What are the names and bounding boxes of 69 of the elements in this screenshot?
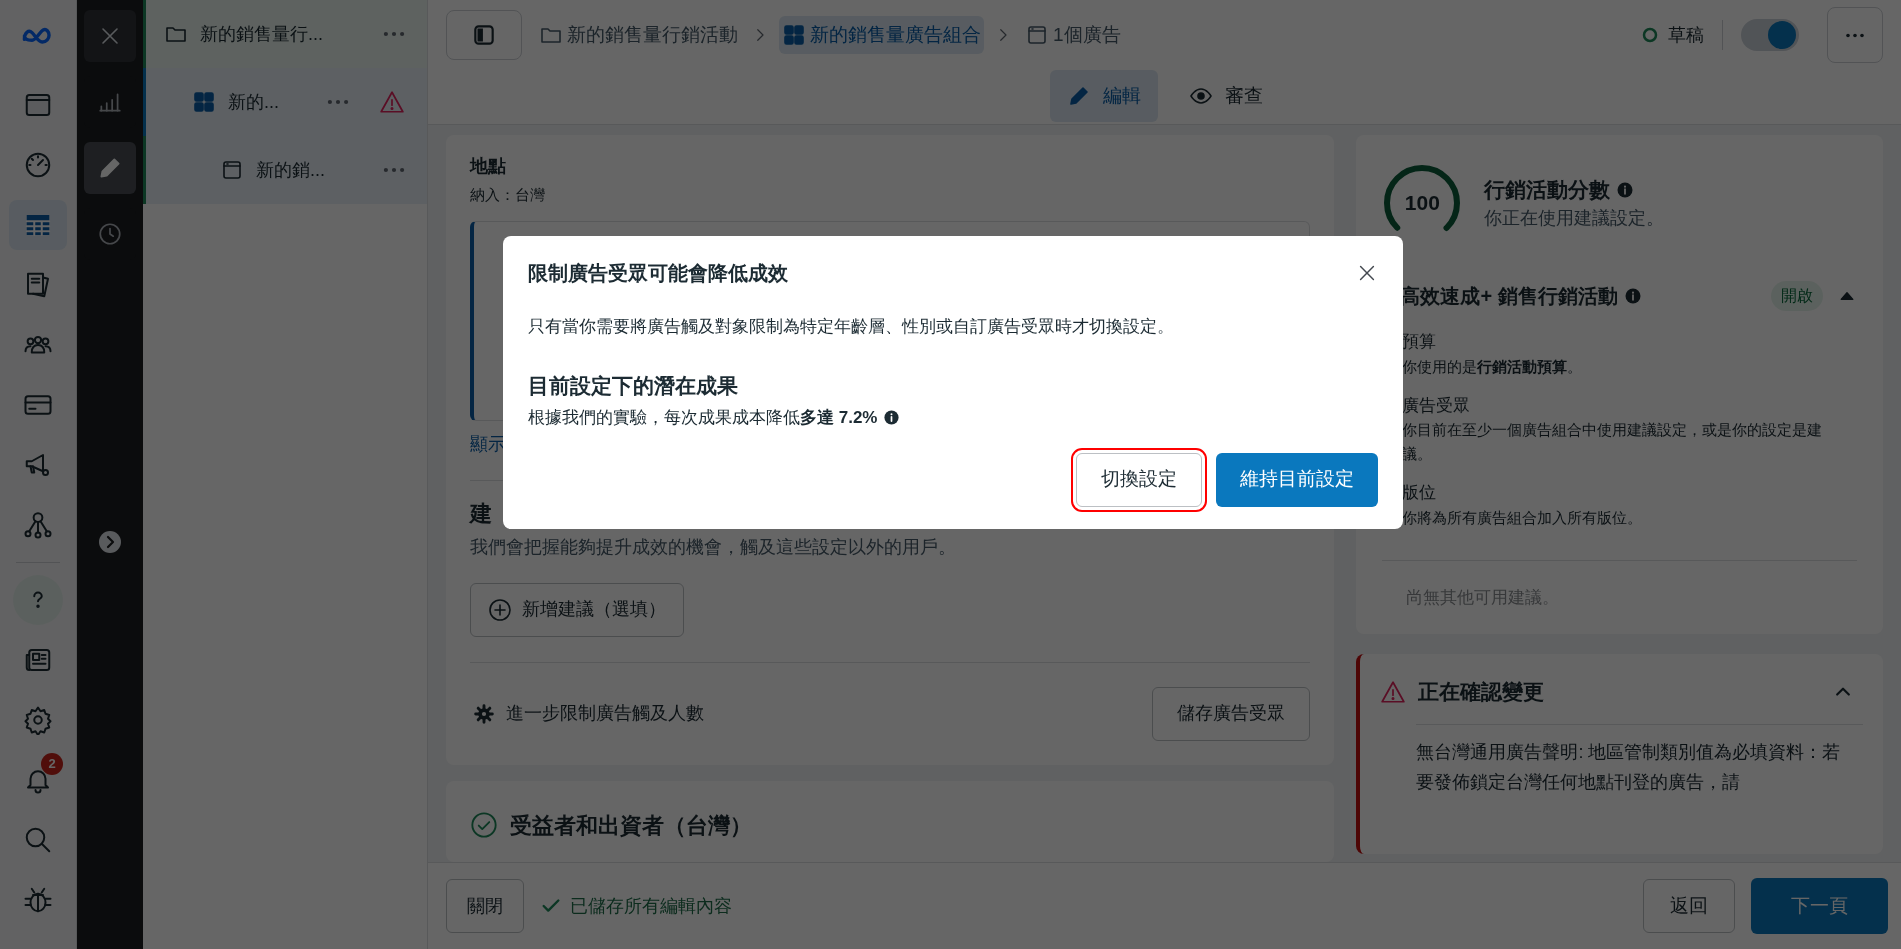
limit-reach-link[interactable]: 進一步限制廣告觸及人數 bbox=[506, 700, 704, 727]
status-badge: 開啟 bbox=[1771, 281, 1823, 311]
nav-item[interactable] bbox=[13, 575, 63, 625]
breadcrumb-link[interactable]: 新的銷售量廣告組合 bbox=[779, 16, 984, 54]
keep-settings-button[interactable]: 維持目前設定 bbox=[1216, 452, 1378, 507]
plus-circle-icon bbox=[488, 597, 512, 622]
info-icon bbox=[1623, 287, 1642, 305]
settings-icon bbox=[474, 703, 494, 724]
mode-tab[interactable]: 編輯 bbox=[1049, 70, 1158, 122]
expand-icon[interactable] bbox=[98, 530, 122, 554]
item-title: 預算 bbox=[1402, 331, 1438, 353]
info-icon bbox=[1616, 180, 1635, 199]
notification-badge: 2 bbox=[41, 753, 63, 775]
more-icon[interactable] bbox=[383, 167, 405, 173]
sidebar-toggle-button[interactable] bbox=[446, 10, 522, 60]
mode-tab[interactable]: 審查 bbox=[1171, 70, 1280, 122]
sidebar-icon bbox=[471, 22, 497, 48]
section-title: 地點 bbox=[470, 155, 507, 178]
card-subtitle: 你正在使用建議設定。 bbox=[1484, 207, 1665, 231]
search-icon bbox=[23, 825, 53, 855]
location-detail: 納入：台灣 bbox=[470, 185, 546, 205]
item-title: 版位 bbox=[1402, 482, 1438, 504]
info-icon bbox=[883, 409, 901, 427]
dialog-subtitle: 目前設定下的潛在成果 bbox=[528, 372, 739, 399]
section-title: 建 bbox=[470, 499, 492, 528]
review-message: 無台灣通用廣告聲明: 地區管制類別值為必填資料：若要發佈鎖定台灣任何地點刊登的廣告，請 bbox=[1416, 740, 1842, 794]
tree-item[interactable]: 新的銷售量行... bbox=[143, 0, 427, 68]
card-title: 正在確認變更 bbox=[1418, 679, 1545, 705]
grid-icon bbox=[192, 90, 216, 114]
close-button[interactable]: 關閉 bbox=[446, 879, 524, 933]
item-description: 你將為所有廣告組合加入所有版位。 bbox=[1402, 507, 1644, 528]
tree-item[interactable]: 新的... bbox=[143, 68, 427, 136]
more-icon[interactable] bbox=[383, 31, 405, 37]
section-title: 受益者和出資者（台灣） bbox=[510, 811, 752, 840]
settings-icon bbox=[23, 705, 53, 735]
ad-icon bbox=[1025, 23, 1049, 47]
dialog-message: 只有當你需要將廣告觸及對象限制為特定年齡層、性別或自訂廣告受眾時才切換設定。 bbox=[528, 316, 1175, 338]
tree-item-label: 新的銷售量行... bbox=[200, 22, 323, 46]
clock-icon bbox=[97, 221, 123, 247]
bug-icon bbox=[23, 885, 53, 915]
more-icon bbox=[1845, 32, 1865, 38]
add-suggestion-button[interactable]: 新增建議（選填） bbox=[470, 582, 684, 637]
toggle-switch[interactable] bbox=[1741, 19, 1799, 51]
tool-button[interactable] bbox=[84, 142, 136, 194]
nav-item[interactable]: 2 bbox=[9, 755, 67, 805]
tree-item-label: 新的... bbox=[228, 90, 279, 114]
dialog-title: 限制廣告受眾可能會降低成效 bbox=[528, 261, 789, 286]
saved-status: 已儲存所有編輯內容 bbox=[570, 894, 732, 918]
close-button[interactable] bbox=[84, 10, 136, 62]
save-audience-button[interactable]: 儲存廣告受眾 bbox=[1152, 686, 1311, 741]
tree-item-label: 新的銷... bbox=[256, 158, 325, 182]
breadcrumb-link[interactable]: 1個廣告 bbox=[1022, 16, 1124, 54]
ad-icon bbox=[220, 158, 244, 182]
card-title: 行銷活動分數 bbox=[1484, 176, 1611, 203]
next-button[interactable]: 下一頁 bbox=[1751, 878, 1888, 934]
back-button[interactable]: 返回 bbox=[1643, 879, 1735, 933]
item-description: 你使用的是行銷活動預算。 bbox=[1402, 356, 1584, 377]
status-label: 草稿 bbox=[1668, 23, 1704, 47]
network-icon bbox=[23, 510, 53, 540]
tree-item[interactable]: 新的銷... bbox=[143, 136, 427, 204]
status-dot-icon bbox=[1642, 27, 1658, 43]
gauge-icon bbox=[23, 150, 53, 180]
nav-item[interactable] bbox=[9, 200, 67, 250]
breadcrumb-link[interactable]: 新的銷售量行銷活動 bbox=[536, 16, 741, 54]
result-description: 根據我們的實驗，每次成果成本降低多達 7.2% bbox=[528, 407, 878, 429]
item-title: 廣告受眾 bbox=[1402, 394, 1472, 417]
grid-icon bbox=[782, 23, 806, 47]
more-icon[interactable] bbox=[327, 99, 349, 105]
section-description: 我們會把握能夠提升成效的機會，觸及這些設定以外的用戶。 bbox=[470, 535, 957, 559]
